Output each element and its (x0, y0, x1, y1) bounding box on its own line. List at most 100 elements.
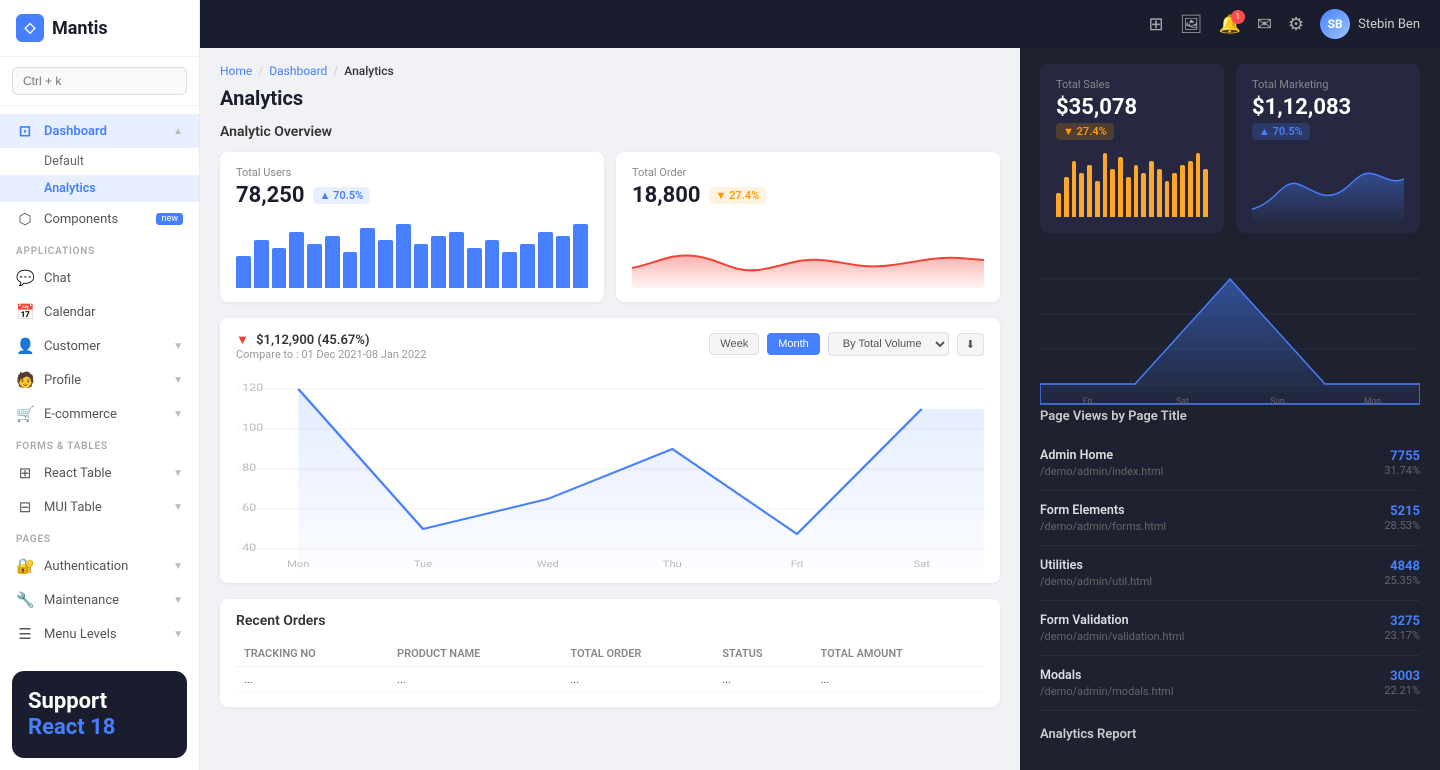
dark-area-chart-marketing (1252, 149, 1404, 219)
chat-icon: 💬 (16, 269, 34, 287)
bar (1072, 161, 1077, 217)
svg-text:Tue: Tue (414, 560, 433, 569)
user-menu[interactable]: SB Stebin Ben (1320, 9, 1420, 39)
sidebar-item-label: Maintenance (44, 593, 119, 608)
bar (236, 256, 251, 288)
sidebar-item-components[interactable]: ⬡ Components new (0, 202, 199, 236)
bar (556, 236, 571, 288)
mail-icon[interactable]: ✉ (1257, 14, 1272, 35)
recent-orders-title: Recent Orders (236, 613, 984, 629)
page-view-pct: 22.21% (1384, 684, 1420, 697)
income-compare: Compare to : 01 Dec 2021-08 Jan 2022 (236, 348, 426, 361)
breadcrumb-home[interactable]: Home (220, 64, 252, 78)
page-view-stats: 5215 28.53% (1384, 504, 1420, 532)
volume-dropdown[interactable]: By Total Volume (828, 332, 949, 356)
col-total-amount: TOTAL AMOUNT (812, 641, 984, 667)
profile-icon: 🧑 (16, 371, 34, 389)
sidebar-sub-item-analytics[interactable]: Analytics (0, 175, 199, 202)
bar (1203, 169, 1208, 217)
bar (1118, 157, 1123, 217)
breadcrumb-dashboard[interactable]: Dashboard (269, 64, 327, 78)
col-status: STATUS (714, 641, 812, 667)
mui-table-icon: ⊟ (16, 498, 34, 516)
page-view-name: Form Validation (1040, 613, 1384, 628)
income-header: ▼ $1,12,900 (45.67%) Compare to : 01 Dec… (236, 332, 984, 361)
main-content: ⊞ 🖼 🔔 1 ✉ ⚙ SB Stebin Ben Home / Dashboa… (200, 0, 1440, 770)
dark-bar-chart-sales (1056, 147, 1208, 217)
sidebar-item-label: Customer (44, 339, 101, 354)
bar (1056, 193, 1061, 217)
components-icon: ⬡ (16, 210, 34, 228)
bar (254, 240, 269, 288)
bar (1157, 169, 1162, 217)
sidebar-item-menu-levels[interactable]: ☰ Menu Levels ▼ (0, 617, 199, 651)
sidebar-item-dashboard[interactable]: ⊡ Dashboard ▲ (0, 114, 199, 148)
sidebar-item-chat[interactable]: 💬 Chat (0, 261, 199, 295)
week-button[interactable]: Week (709, 333, 759, 355)
sidebar-nav: ⊡ Dashboard ▲ Default Analytics ⬡ Compon… (0, 106, 199, 659)
sidebar-item-authentication[interactable]: 🔐 Authentication ▼ (0, 549, 199, 583)
sidebar: ◇ Mantis ⊡ Dashboard ▲ Default Analytics… (0, 0, 200, 770)
chevron-down-icon: ▼ (173, 595, 183, 606)
page-view-stats: 3003 22.21% (1384, 669, 1420, 697)
dashboard-icon: ⊡ (16, 122, 34, 140)
content-area: Home / Dashboard / Analytics Analytics A… (200, 48, 1440, 770)
bar (360, 228, 375, 288)
month-button[interactable]: Month (767, 333, 820, 355)
image-icon[interactable]: 🖼 (1180, 14, 1203, 35)
svg-text:60: 60 (242, 502, 256, 514)
page-views-title: Page Views by Page Title (1040, 409, 1420, 424)
svg-text:Sat: Sat (1176, 397, 1189, 407)
customer-icon: 👤 (16, 337, 34, 355)
topbar: ⊞ 🖼 🔔 1 ✉ ⚙ SB Stebin Ben (200, 0, 1440, 48)
menu-icon: ☰ (16, 625, 34, 643)
pages-section-label: Pages (0, 524, 199, 549)
breadcrumb-current: Analytics (344, 64, 393, 78)
forms-tables-section-label: Forms & Tables (0, 431, 199, 456)
sidebar-item-profile[interactable]: 🧑 Profile ▼ (0, 363, 199, 397)
metric-badge: ▲ 70.5% (313, 187, 371, 204)
bar (1087, 165, 1092, 217)
sidebar-item-label: Menu Levels (44, 627, 117, 642)
auth-icon: 🔐 (16, 557, 34, 575)
svg-text:Wed: Wed (537, 560, 559, 569)
sidebar-item-label: Calendar (44, 305, 96, 320)
support-subtitle: React 18 (28, 715, 171, 740)
sidebar-item-label: Chat (44, 271, 71, 286)
chevron-down-icon: ▼ (173, 629, 183, 640)
bar (414, 244, 429, 288)
sidebar-item-ecommerce[interactable]: 🛒 E-commerce ▼ (0, 397, 199, 431)
sidebar-item-react-table[interactable]: ⊞ React Table ▼ (0, 456, 199, 490)
settings-icon[interactable]: ⚙ (1288, 14, 1304, 35)
support-card: Support React 18 (12, 671, 187, 758)
dark-metric-label: Total Marketing (1252, 78, 1404, 91)
search-input[interactable] (12, 67, 187, 95)
page-view-item: Form Elements /demo/admin/forms.html 521… (1040, 491, 1420, 546)
metric-number: 18,800 (632, 183, 701, 208)
maintenance-icon: 🔧 (16, 591, 34, 609)
sidebar-item-label: E-commerce (44, 407, 117, 422)
applications-section-label: Applications (0, 236, 199, 261)
bar (1110, 169, 1115, 217)
page-view-item: Modals /demo/admin/modals.html 3003 22.2… (1040, 656, 1420, 711)
page-view-url: /demo/admin/forms.html (1040, 520, 1384, 533)
sidebar-item-calendar[interactable]: 📅 Calendar (0, 295, 199, 329)
mountain-chart: Fri Sat Sun Mon (1040, 249, 1420, 409)
support-title: Support (28, 689, 171, 715)
page-view-pct: 23.17% (1384, 629, 1420, 642)
user-name: Stebin Ben (1358, 17, 1420, 32)
sidebar-item-label: MUI Table (44, 500, 102, 515)
apps-icon[interactable]: ⊞ (1148, 14, 1163, 35)
sidebar-item-maintenance[interactable]: 🔧 Maintenance ▼ (0, 583, 199, 617)
metric-label: Total Users (236, 166, 588, 179)
metric-cards: Total Users 78,250 ▲ 70.5% Total Order 1… (220, 152, 1000, 302)
sidebar-sub-item-default[interactable]: Default (0, 148, 199, 175)
download-button[interactable]: ⬇ (957, 333, 984, 356)
sidebar-item-customer[interactable]: 👤 Customer ▼ (0, 329, 199, 363)
sidebar-item-mui-table[interactable]: ⊟ MUI Table ▼ (0, 490, 199, 524)
svg-text:80: 80 (242, 462, 256, 474)
user-avatar: SB (1320, 9, 1350, 39)
bar (343, 252, 358, 288)
bar (1165, 181, 1170, 217)
notification-icon[interactable]: 🔔 1 (1218, 14, 1240, 35)
